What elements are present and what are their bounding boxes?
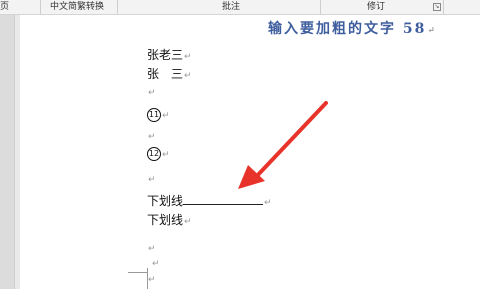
- document-page[interactable]: 输入要加粗的文字 58↵ 张老三↵ 张 三↵ ↵ 11 ↵ ↵ 12 ↵ ↵ 下划线…: [20, 15, 480, 289]
- ribbon-group-comments[interactable]: 批注: [222, 1, 240, 13]
- ribbon-separator: [40, 0, 41, 14]
- ribbon-group-track-changes[interactable]: 修订: [367, 1, 385, 13]
- ribbon-group-bar: 页 中文简繁转换 批注 修订 ↘: [0, 0, 480, 15]
- ribbon-separator: [320, 0, 321, 14]
- arrow-shaft: [253, 101, 328, 180]
- ribbon-separator: [443, 0, 444, 14]
- ribbon-separator: [117, 0, 118, 14]
- ribbon-group-label-partial[interactable]: 页: [0, 1, 9, 13]
- document-area[interactable]: 输入要加粗的文字 58↵ 张老三↵ 张 三↵ ↵ 11 ↵ ↵ 12 ↵ ↵ 下划线…: [15, 15, 480, 289]
- dialog-launcher-icon[interactable]: ↘: [433, 3, 441, 11]
- arrow-head: [238, 165, 265, 189]
- red-arrow-annotation: [238, 101, 328, 189]
- ribbon-group-chinese-conversion[interactable]: 中文简繁转换: [50, 1, 104, 13]
- vertical-ruler[interactable]: [0, 15, 15, 289]
